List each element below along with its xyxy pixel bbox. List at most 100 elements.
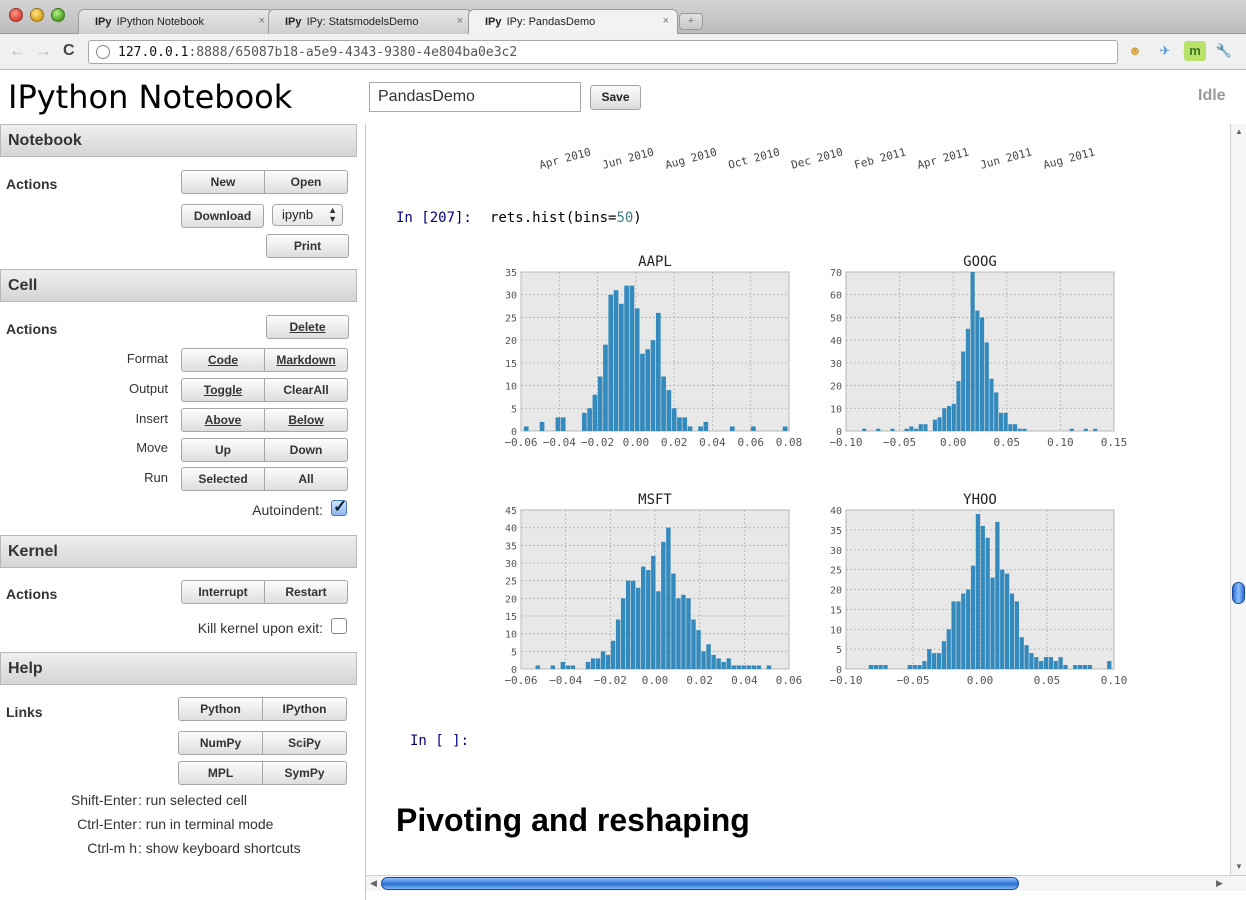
sympy-link-button[interactable]: SymPy [263, 761, 347, 785]
histogram-bar [581, 412, 587, 431]
ipy-tab-icon: IPy [485, 16, 502, 28]
browser-tab-ipython-notebook[interactable]: IPy IPython Notebook × [78, 9, 274, 34]
wrench-icon[interactable]: 🔧 [1213, 41, 1235, 61]
horizontal-scrollbar[interactable]: ◀ ▶ [366, 875, 1246, 891]
horizontal-scroll-thumb[interactable] [381, 877, 1019, 890]
vertical-scroll-thumb[interactable] [1232, 582, 1245, 604]
cell-section-header[interactable]: Cell [0, 269, 357, 302]
close-tab-icon[interactable]: × [259, 15, 265, 27]
y-tick-label: 20 [505, 594, 517, 605]
help-section-header[interactable]: Help [0, 652, 357, 685]
move-down-button[interactable]: Down [265, 438, 348, 462]
bird-extension-icon[interactable]: ✈ [1154, 41, 1176, 61]
histogram-bar [597, 376, 603, 431]
cell-actions-label: Actions [6, 321, 58, 337]
zoom-window-button[interactable] [51, 8, 65, 22]
reload-icon[interactable]: C [63, 42, 75, 60]
kernel-actions-label: Actions [6, 586, 58, 602]
download-button[interactable]: Download [181, 204, 264, 228]
print-button[interactable]: Print [266, 234, 349, 258]
histogram-bar [1107, 661, 1112, 669]
histogram-bar [1008, 424, 1013, 431]
autoindent-checkbox[interactable]: ✓ [331, 497, 347, 516]
notebook-section-header[interactable]: Notebook [0, 124, 357, 157]
python-link-button[interactable]: Python [178, 697, 263, 721]
histogram-bar [904, 428, 909, 431]
move-up-button[interactable]: Up [181, 438, 265, 462]
histogram-bar [603, 344, 608, 431]
scroll-down-arrow-icon[interactable]: ▼ [1235, 862, 1243, 871]
kill-kernel-checkbox[interactable] [331, 618, 347, 634]
insert-below-button[interactable]: Below [265, 408, 348, 432]
vertical-scrollbar[interactable]: ▲ ▼ [1230, 124, 1246, 875]
scroll-left-arrow-icon[interactable]: ◀ [370, 878, 377, 889]
scipy-link-button[interactable]: SciPy [263, 731, 347, 755]
code-number: 50 [616, 210, 634, 226]
cookie-extension-icon[interactable]: ☻ [1124, 41, 1146, 61]
y-tick-label: 5 [511, 647, 517, 658]
code-cell-input[interactable]: rets.hist(bins=50) [490, 210, 642, 226]
interrupt-kernel-button[interactable]: Interrupt [181, 580, 265, 604]
minimize-window-button[interactable] [30, 8, 44, 22]
scroll-right-arrow-icon[interactable]: ▶ [1216, 878, 1223, 889]
histogram-bar [766, 665, 772, 669]
histogram-bar [956, 381, 961, 431]
histogram-bar [878, 665, 883, 669]
histogram-bar [1087, 665, 1092, 669]
histogram-bar [1034, 657, 1039, 669]
notebook-name-input[interactable] [369, 82, 581, 112]
back-arrow-icon[interactable]: ← [9, 42, 26, 60]
insert-above-button[interactable]: Above [181, 408, 265, 432]
numpy-link-button[interactable]: NumPy [178, 731, 263, 755]
x-tick-label: −0.06 [504, 436, 537, 449]
histogram-bar [721, 661, 726, 669]
browser-tab-pandasdemo[interactable]: IPy IPy: PandasDemo × [468, 9, 678, 35]
run-all-button[interactable]: All [265, 467, 348, 491]
forward-arrow-icon[interactable]: → [35, 42, 52, 60]
histogram-bar [636, 587, 641, 669]
histogram-bar [995, 521, 1000, 669]
y-tick-label: 10 [830, 404, 842, 415]
x-tick-label: −0.02 [594, 674, 627, 687]
m-extension-icon[interactable]: m [1184, 41, 1206, 61]
histogram-bar [741, 665, 746, 669]
histogram-bar [782, 426, 788, 431]
histogram-bar [936, 653, 942, 669]
save-button[interactable]: Save [590, 85, 641, 110]
histogram-bar [570, 665, 576, 669]
histogram-bar [661, 541, 666, 669]
histogram-bar [605, 654, 611, 669]
histogram-bar [560, 417, 566, 431]
new-tab-button[interactable]: + [679, 13, 703, 30]
mpl-link-button[interactable]: MPL [178, 761, 263, 785]
histogram-bar [951, 601, 956, 669]
code-format-button[interactable]: Code [181, 348, 265, 372]
notebook-actions-label: Actions [6, 176, 58, 192]
run-selected-button[interactable]: Selected [181, 467, 265, 491]
delete-cell-button[interactable]: Delete [266, 315, 349, 339]
histogram-bar [1039, 661, 1044, 669]
close-window-button[interactable] [9, 8, 23, 22]
histogram-bar [990, 577, 995, 669]
histogram-panel-goog: GOOG −0.10 −0.05 0.00 0.05 0.10 0.15 0 10 20 30 40 5… [829, 254, 1127, 449]
kill-kernel-label: Kill kernel upon exit: [197, 620, 323, 636]
ipython-link-button[interactable]: IPython [263, 697, 347, 721]
open-notebook-button[interactable]: Open [265, 170, 348, 194]
address-bar[interactable]: 127.0.0.1:8888/65087b18-a5e9-4343-9380-4… [88, 40, 1197, 64]
new-notebook-button[interactable]: New [181, 170, 265, 194]
close-tab-icon[interactable]: × [457, 15, 463, 27]
run-label: Run [144, 470, 168, 485]
scroll-up-arrow-icon[interactable]: ▲ [1235, 127, 1243, 136]
download-format-select[interactable]: ipynb ▲ ▼ [272, 204, 343, 226]
histogram-output: AAPL −0.06 −0.04 −0.02 0.00 0.02 0.04 0.06 0.08 0… [504, 254, 1127, 687]
toggle-output-button[interactable]: Toggle [181, 378, 265, 402]
restart-kernel-button[interactable]: Restart [265, 580, 348, 604]
kernel-section-header[interactable]: Kernel [0, 535, 357, 568]
histogram-bar [641, 566, 646, 669]
histogram-bar [1053, 661, 1058, 669]
browser-tab-bar: IPy IPython Notebook × IPy IPy: Statsmod… [0, 0, 1246, 35]
close-tab-icon[interactable]: × [663, 15, 669, 27]
markdown-format-button[interactable]: Markdown [265, 348, 348, 372]
clear-all-output-button[interactable]: ClearAll [265, 378, 348, 402]
browser-tab-statsmodelsdemo[interactable]: IPy IPy: StatsmodelsDemo × [268, 9, 472, 34]
